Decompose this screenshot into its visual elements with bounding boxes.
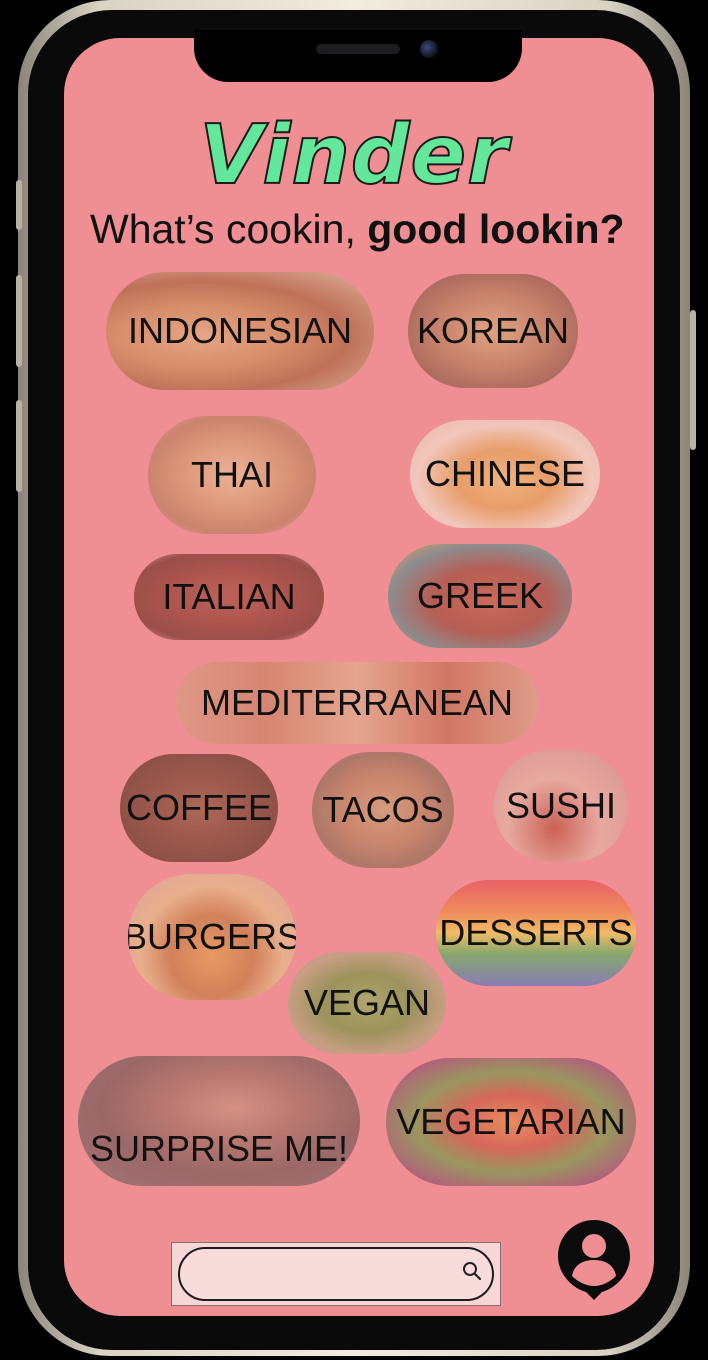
category-label: SUSHI	[505, 785, 617, 826]
category-coffee[interactable]: COFFEE	[120, 754, 278, 862]
category-vegetarian[interactable]: VEGETARIAN	[386, 1058, 636, 1186]
category-label: KOREAN	[416, 310, 570, 351]
category-label: BURGERS	[128, 916, 296, 957]
category-label: TACOS	[322, 789, 444, 830]
category-tacos[interactable]: TACOS	[312, 752, 454, 868]
category-korean[interactable]: KOREAN	[408, 274, 578, 388]
category-sushi[interactable]: SUSHI	[494, 750, 628, 862]
volume-down-button	[16, 400, 22, 492]
search-bar	[171, 1242, 501, 1306]
volume-up-button	[16, 275, 22, 367]
category-vegan[interactable]: VEGAN	[288, 952, 446, 1054]
category-label: SURPRISE ME!	[89, 1128, 349, 1169]
category-desserts[interactable]: DESSERTS	[436, 880, 636, 986]
category-label: MEDITERRANEAN	[200, 682, 514, 723]
category-label: DESSERTS	[439, 912, 633, 953]
notch	[194, 30, 522, 82]
category-indonesian[interactable]: INDONESIAN	[106, 272, 374, 390]
front-camera	[420, 40, 438, 58]
category-burgers[interactable]: BURGERS	[128, 874, 296, 1000]
category-mediterranean[interactable]: MEDITERRANEAN	[176, 662, 538, 744]
category-label: GREEK	[416, 575, 544, 616]
power-button	[690, 310, 696, 450]
category-label: VEGETARIAN	[396, 1101, 626, 1142]
category-italian[interactable]: ITALIAN	[134, 554, 324, 640]
category-label: INDONESIAN	[127, 310, 353, 351]
tagline-bold: good lookin?	[367, 206, 625, 252]
category-greek[interactable]: GREEK	[388, 544, 572, 648]
tagline-regular: What’s cookin,	[90, 206, 368, 252]
earpiece-speaker	[316, 44, 400, 54]
tagline: What’s cookin, good lookin?	[90, 206, 670, 253]
app-logo: Vinder	[198, 107, 509, 204]
search-input[interactable]	[178, 1247, 494, 1301]
category-label: COFFEE	[125, 787, 272, 828]
category-chinese[interactable]: CHINESE	[410, 420, 600, 528]
category-label: CHINESE	[424, 453, 586, 494]
category-surprise-me[interactable]: SURPRISE ME!	[78, 1056, 360, 1186]
search-icon[interactable]	[462, 1261, 482, 1281]
category-label: ITALIAN	[162, 576, 296, 617]
category-thai[interactable]: THAI	[148, 416, 316, 534]
profile-icon[interactable]	[556, 1218, 632, 1300]
category-label: THAI	[190, 454, 273, 495]
category-label: VEGAN	[303, 982, 431, 1023]
